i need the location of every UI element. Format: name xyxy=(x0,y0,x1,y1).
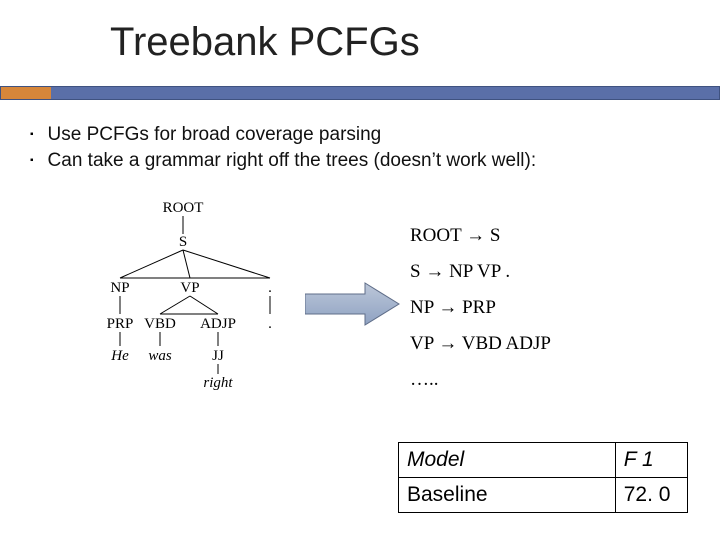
slide-title: Treebank PCFGs xyxy=(110,20,420,65)
tree-node-adjp: ADJP xyxy=(200,316,236,332)
results-table: Model F 1 Baseline 72. 0 xyxy=(398,442,688,513)
tree-leaf-right: right xyxy=(203,375,233,390)
rule-1: ROOT → S xyxy=(410,218,551,254)
table-header-f1: F 1 xyxy=(615,443,687,478)
tree-node-dot: . xyxy=(268,280,272,296)
rule-5: ….. xyxy=(410,362,551,398)
tree-node-vp: VP xyxy=(180,280,199,296)
table-cell-model: Baseline xyxy=(399,478,616,513)
table-header-row: Model F 1 xyxy=(399,443,688,478)
tree-node-s: S xyxy=(179,234,187,250)
tree-node-dot2: . xyxy=(268,316,272,332)
tree-node-prp: PRP xyxy=(107,316,134,332)
grammar-rules: ROOT → S S → NP VP . NP → PRP VP → VBD A… xyxy=(410,218,551,398)
table-header-model: Model xyxy=(399,443,616,478)
bullet-1: Use PCFGs for broad coverage parsing xyxy=(30,124,690,146)
accent-bar xyxy=(0,86,720,100)
parse-tree: ROOT S NP VP . PRP He VBD ADJP was xyxy=(90,200,300,390)
tree-leaf-was: was xyxy=(148,348,172,364)
tree-node-np: NP xyxy=(110,280,129,296)
tree-node-vbd: VBD xyxy=(144,316,176,332)
body-text: Use PCFGs for broad coverage parsing Can… xyxy=(30,120,690,176)
table-cell-score: 72. 0 xyxy=(615,478,687,513)
rule-3: NP → PRP xyxy=(410,290,551,326)
tree-leaf-he: He xyxy=(110,348,129,364)
rule-2: S → NP VP . xyxy=(410,254,551,290)
tree-node-root: ROOT xyxy=(163,200,204,216)
table-row: Baseline 72. 0 xyxy=(399,478,688,513)
arrow-icon xyxy=(305,282,400,326)
accent-square xyxy=(1,87,51,99)
rule-4: VP → VBD ADJP xyxy=(410,326,551,362)
bullet-2: Can take a grammar right off the trees (… xyxy=(30,150,690,172)
tree-node-jj: JJ xyxy=(212,348,224,364)
